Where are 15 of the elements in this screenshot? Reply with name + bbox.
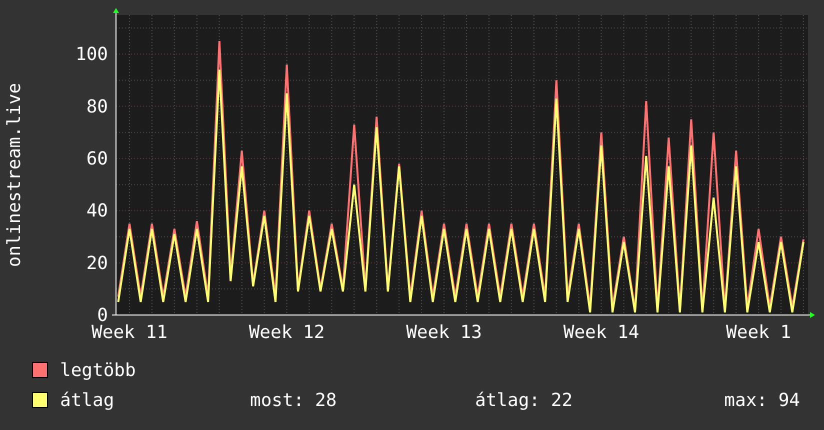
x-tick-label: Week 12 [248,322,325,343]
y-tick-label: 100 [75,44,108,66]
y-tick-label: 20 [86,252,108,274]
x-tick-label: Week 14 [563,322,640,343]
legend-label: átlag [60,390,116,410]
y-axis-title: onlinestream.live [4,82,25,268]
stat-text: most: 28 [250,390,338,410]
y-tick-label: 60 [86,148,108,170]
y-tick-label: 40 [86,200,108,222]
stat-text: max: 94 [723,390,800,410]
stat-text: átlag: 22 [475,390,574,410]
legend-label: legtöbb [60,360,137,380]
x-tick-label: Week 13 [406,322,482,343]
y-tick-label: 80 [86,96,108,118]
x-tick-label: Week 1 [726,322,792,343]
